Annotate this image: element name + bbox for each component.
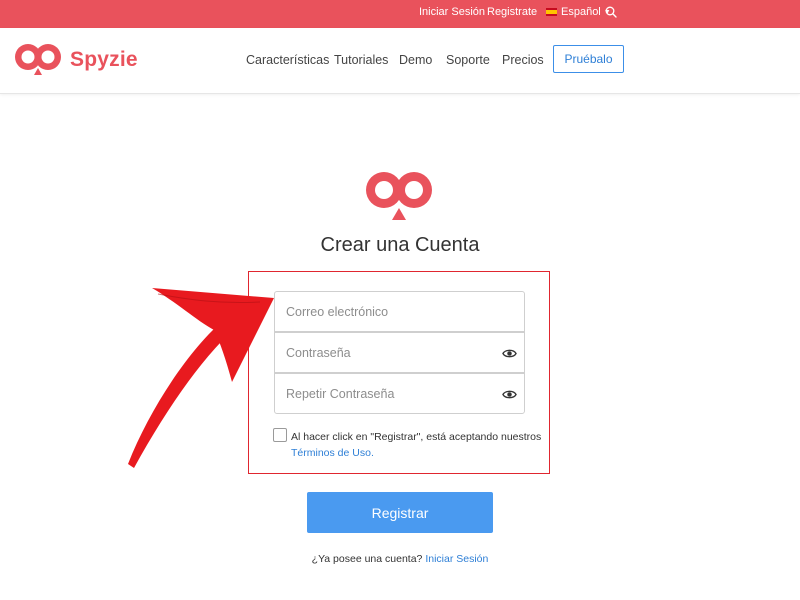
register-button[interactable]: Registrar	[307, 492, 493, 533]
spyzie-logo-icon	[15, 44, 61, 75]
nav-support[interactable]: Soporte	[446, 53, 490, 67]
terms-text: Al hacer click en "Registrar", está acep…	[291, 431, 542, 443]
nav-tutorials[interactable]: Tutoriales	[334, 53, 388, 67]
try-button[interactable]: Pruébalo	[553, 45, 624, 73]
terms-label: Al hacer click en "Registrar", está acep…	[291, 429, 541, 461]
email-field[interactable]	[274, 291, 525, 332]
nav-demo[interactable]: Demo	[399, 53, 432, 67]
terms-link[interactable]: Términos de Uso.	[291, 447, 374, 459]
password-field[interactable]	[274, 332, 525, 373]
login-prompt: ¿Ya posee una cuenta? Iniciar Sesión	[0, 553, 800, 565]
brand-name: Spyzie	[70, 48, 138, 71]
repeat-password-field[interactable]	[274, 373, 525, 414]
main-header: Spyzie Características Tutoriales Demo S…	[0, 28, 800, 94]
eye-icon[interactable]	[502, 387, 517, 402]
have-account-text: ¿Ya posee una cuenta?	[311, 553, 423, 565]
top-bar: Iniciar Sesión Registrate Español ▼	[0, 0, 800, 28]
login-link[interactable]: Iniciar Sesión	[425, 553, 488, 565]
page-title: Crear una Cuenta	[320, 234, 480, 256]
eye-icon[interactable]	[502, 346, 517, 361]
nav-features[interactable]: Características	[246, 53, 329, 67]
red-arrow-annotation	[128, 288, 274, 468]
spain-flag-icon	[546, 8, 557, 16]
email-input[interactable]	[275, 292, 524, 331]
spyzie-main-logo-icon	[366, 172, 432, 220]
top-register-link[interactable]: Registrate	[487, 6, 537, 18]
language-label: Español	[561, 6, 601, 18]
password-input[interactable]	[275, 333, 524, 372]
repeat-password-input[interactable]	[275, 374, 524, 413]
language-selector[interactable]: Español ▼	[546, 6, 611, 18]
search-icon[interactable]	[605, 6, 617, 18]
nav-pricing[interactable]: Precios	[502, 53, 544, 67]
top-login-link[interactable]: Iniciar Sesión	[419, 6, 485, 18]
spyzie-logo[interactable]: Spyzie	[15, 42, 138, 78]
